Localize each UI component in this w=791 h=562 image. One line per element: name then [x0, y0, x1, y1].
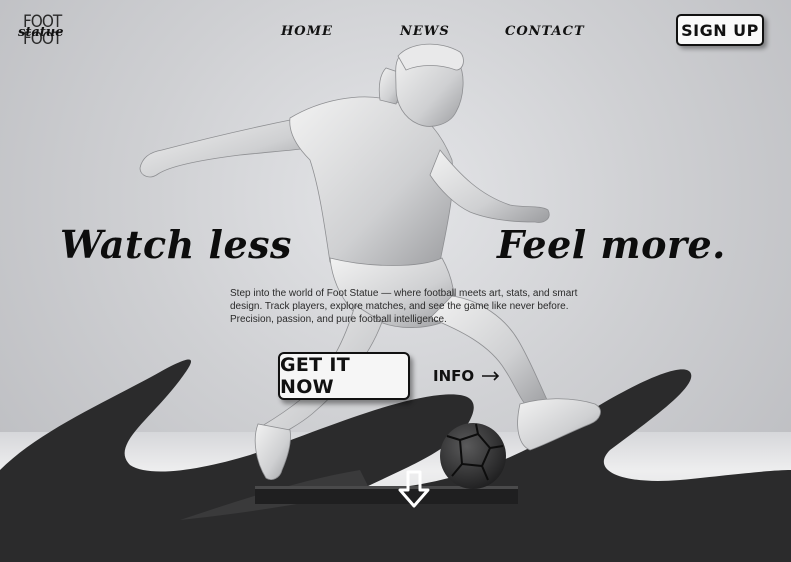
nav-news[interactable]: NEWS [400, 24, 450, 39]
nav-contact[interactable]: CONTACT [505, 24, 585, 39]
nav-home[interactable]: HOME [281, 24, 333, 39]
headline-right: Feel more. [497, 222, 726, 267]
get-it-now-button[interactable]: GET IT NOW [278, 352, 410, 400]
arrow-right-icon [482, 371, 500, 381]
arrow-down-icon [398, 470, 430, 508]
soccer-ball [440, 423, 506, 489]
logo-script-text: statue [18, 25, 64, 40]
scroll-down-button[interactable] [394, 468, 434, 510]
info-link[interactable]: INFO [433, 367, 500, 385]
headline-left: Watch less [60, 222, 292, 267]
sign-up-button[interactable]: SIGN UP [676, 14, 764, 46]
brand-logo[interactable]: FOOT FOOT statue [18, 14, 78, 54]
hero-description: Step into the world of Foot Statue — whe… [230, 288, 578, 325]
info-label: INFO [433, 367, 475, 385]
